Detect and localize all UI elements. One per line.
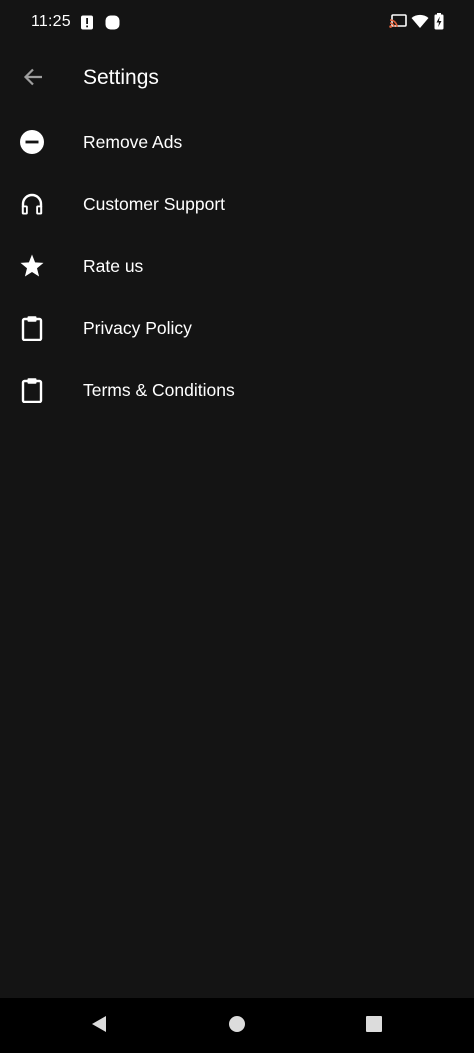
app-bar: Settings <box>0 52 474 106</box>
nav-home-button[interactable] <box>222 1011 252 1041</box>
system-nav-bar <box>0 998 474 1053</box>
back-triangle-icon <box>89 1014 109 1039</box>
menu-item-label: Terms & Conditions <box>83 379 235 400</box>
menu-item-label: Privacy Policy <box>83 317 192 338</box>
recents-square-icon <box>365 1015 383 1038</box>
home-circle-icon <box>228 1015 246 1038</box>
status-time: 11:25 <box>31 13 71 30</box>
wifi-icon <box>411 13 429 34</box>
menu-item-label: Rate us <box>83 255 144 276</box>
star-icon <box>18 252 46 280</box>
arrow-back-icon <box>22 66 44 93</box>
cast-icon <box>389 13 407 34</box>
notification-dot-icon <box>105 15 120 30</box>
page-title: Settings <box>83 66 159 89</box>
menu-item-privacy-policy[interactable]: Privacy Policy <box>0 297 474 359</box>
alert-icon <box>80 15 94 30</box>
menu-item-label: Remove Ads <box>83 131 183 152</box>
menu-item-rate-us[interactable]: Rate us <box>0 235 474 297</box>
menu-item-customer-support[interactable]: Customer Support <box>0 173 474 235</box>
minus-circle-icon <box>18 128 46 156</box>
nav-recents-button[interactable] <box>359 1011 389 1041</box>
menu-item-terms-conditions[interactable]: Terms & Conditions <box>0 359 474 421</box>
nav-back-button[interactable] <box>84 1011 114 1041</box>
back-button[interactable] <box>14 60 52 98</box>
battery-charging-icon <box>434 13 444 35</box>
clipboard-icon <box>18 314 46 342</box>
menu-item-label: Customer Support <box>83 193 226 214</box>
menu-item-remove-ads[interactable]: Remove Ads <box>0 111 474 173</box>
clipboard-icon <box>18 376 46 404</box>
settings-menu: Remove Ads Customer Support Rate us Priv… <box>0 111 474 421</box>
settings-screen: 11:25 Settings Remove Ads Customer Suppo… <box>0 0 474 1053</box>
headphones-icon <box>18 190 46 218</box>
status-bar: 11:25 <box>0 0 474 46</box>
